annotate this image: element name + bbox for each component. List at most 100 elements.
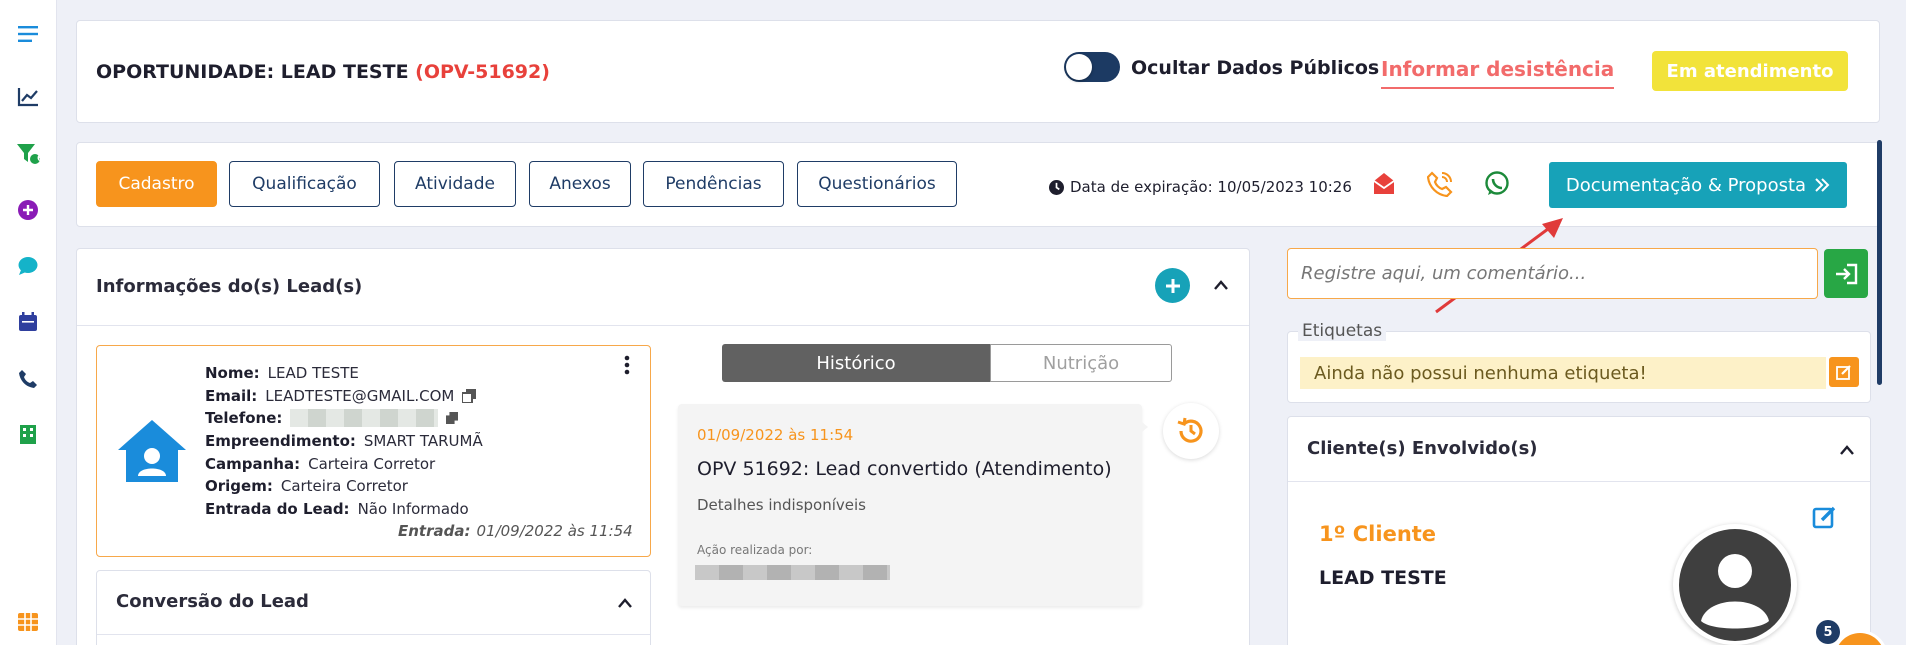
tab-anexos[interactable]: Anexos [529,161,631,207]
documentation-proposal-button[interactable]: Documentação & Proposta [1549,162,1847,208]
tab-pendencias[interactable]: Pendências [643,161,784,207]
opportunity-code: (OPV-51692) [415,61,550,83]
field-value: Carteira Corretor [308,455,436,473]
tab-questionarios[interactable]: Questionários [797,161,957,207]
field-label: Email: [205,387,258,405]
comment-input[interactable]: Registre aqui, um comentário... [1287,248,1818,299]
phone-icon[interactable] [14,365,42,393]
field-value: LEAD TESTE [267,364,359,382]
history-title: OPV 51692: Lead convertido (Atendimento) [697,458,1112,480]
lead-more-button[interactable] [622,355,632,375]
client-avatar [1673,524,1797,645]
chevron-up-icon [1214,280,1228,290]
chart-icon[interactable] [14,83,42,111]
history-date: 01/09/2022 às 11:54 [697,426,854,444]
field-label: Empreendimento: [205,432,356,450]
toggle-knob [1066,54,1092,80]
copy-icon[interactable] [462,389,477,403]
lead-field-name: Nome: LEAD TESTE [205,364,359,382]
add-lead-button[interactable] [1155,268,1190,303]
lead-house-icon [116,418,188,488]
tab-qualificacao[interactable]: Qualificação [229,161,380,207]
edit-icon [1812,506,1836,529]
filter-icon[interactable]: 6 [14,140,44,168]
collapse-conversion-button[interactable] [617,594,633,613]
field-value: Carteira Corretor [280,477,408,495]
filter-badge: 6 [37,154,44,164]
lead-info-title: Informações do(s) Lead(s) [96,276,363,297]
edit-client-button[interactable] [1812,504,1838,534]
conversion-divider [97,634,650,635]
page-title: OPORTUNIDADE: LEAD TESTE (OPV-51692) [96,61,550,83]
chat-icon[interactable] [14,252,42,280]
calendar-icon[interactable] [14,308,42,336]
field-value: Não Informado [357,500,469,518]
lead-field-development: Empreendimento: SMART TARUMÃ [205,432,483,450]
submit-comment-button[interactable] [1824,249,1868,298]
history-action-by: Ação realizada por: [697,543,813,557]
comment-placeholder: Registre aqui, um comentário... [1301,263,1587,284]
lead-entry-date: Entrada: 01/09/2022 às 11:54 [398,522,633,540]
sign-in-icon [1836,263,1858,284]
documentation-proposal-label: Documentação & Proposta [1565,174,1807,196]
field-label: Entrada do Lead: [205,500,350,518]
conversion-title: Conversão do Lead [116,591,309,612]
plus-icon [1165,278,1180,293]
redacted-user [695,565,890,580]
clock-icon [1049,179,1064,195]
tags-title: Etiquetas [1298,321,1387,341]
lead-field-origin: Origem: Carteira Corretor [205,477,408,495]
grid-icon[interactable] [14,608,42,636]
notification-badge[interactable]: 5 [1816,620,1840,644]
collapse-clients-button[interactable] [1839,441,1855,460]
tab-nutricao[interactable]: Nutrição [990,344,1172,382]
history-details: Detalhes indisponíveis [697,496,866,514]
field-value: SMART TARUMÃ [363,432,483,450]
first-client-name: LEAD TESTE [1319,567,1447,589]
desist-link[interactable]: Informar desistência [1381,57,1615,89]
entry-value: 01/09/2022 às 11:54 [476,522,633,540]
public-data-toggle[interactable] [1064,52,1120,82]
tab-atividade[interactable]: Atividade [394,161,516,207]
email-icon[interactable] [1371,171,1397,201]
copy-icon[interactable] [446,412,459,424]
phone-call-icon[interactable] [1426,171,1453,201]
opportunity-title: OPORTUNIDADE: LEAD TESTE [96,61,409,83]
whatsapp-icon[interactable] [1484,171,1510,201]
vertical-dots-icon [624,355,630,375]
header-card: OPORTUNIDADE: LEAD TESTE (OPV-51692) Ocu… [76,20,1880,123]
sidebar: 6 [0,0,57,645]
history-item-pointer [1136,417,1148,437]
status-badge: Em atendimento [1652,51,1848,91]
field-label: Nome: [205,364,260,382]
expiration-text: Data de expiração: 10/05/2023 10:26 [1070,178,1352,196]
collapse-lead-info-button[interactable] [1213,276,1229,295]
scrollbar-thumb[interactable] [1877,140,1882,385]
tab-cadastro[interactable]: Cadastro [96,161,217,207]
tags-empty-text: Ainda não possui nenhuma etiqueta! [1314,362,1647,384]
menu-icon[interactable] [14,20,42,48]
field-label: Telefone: [205,409,283,427]
lead-field-entry-source: Entrada do Lead: Não Informado [205,500,469,518]
lead-field-email: Email: LEADTESTE@GMAIL.COM [205,387,477,405]
public-data-label: Ocultar Dados Públicos [1131,57,1380,79]
field-label: Origem: [205,477,273,495]
edit-tags-button[interactable] [1829,357,1859,387]
first-client-label: 1º Cliente [1319,522,1437,546]
lead-field-campaign: Campanha: Carteira Corretor [205,455,435,473]
entry-label: Entrada: [398,522,471,540]
redacted-phone [290,409,439,427]
field-label: Campanha: [205,455,301,473]
chevron-up-icon [1840,445,1854,455]
field-value: LEADTESTE@GMAIL.COM [265,387,455,405]
double-chevron-right-icon [1815,178,1830,192]
add-circle-icon[interactable] [14,196,42,224]
building-icon[interactable] [14,420,42,448]
clients-divider [1288,481,1870,482]
lead-info-divider [77,325,1249,326]
tab-historico[interactable]: Histórico [722,344,990,382]
clients-title: Cliente(s) Envolvido(s) [1307,438,1538,459]
tags-empty-message: Ainda não possui nenhuma etiqueta! [1300,357,1826,389]
history-timeline-icon [1163,403,1219,459]
edit-icon [1836,365,1851,380]
